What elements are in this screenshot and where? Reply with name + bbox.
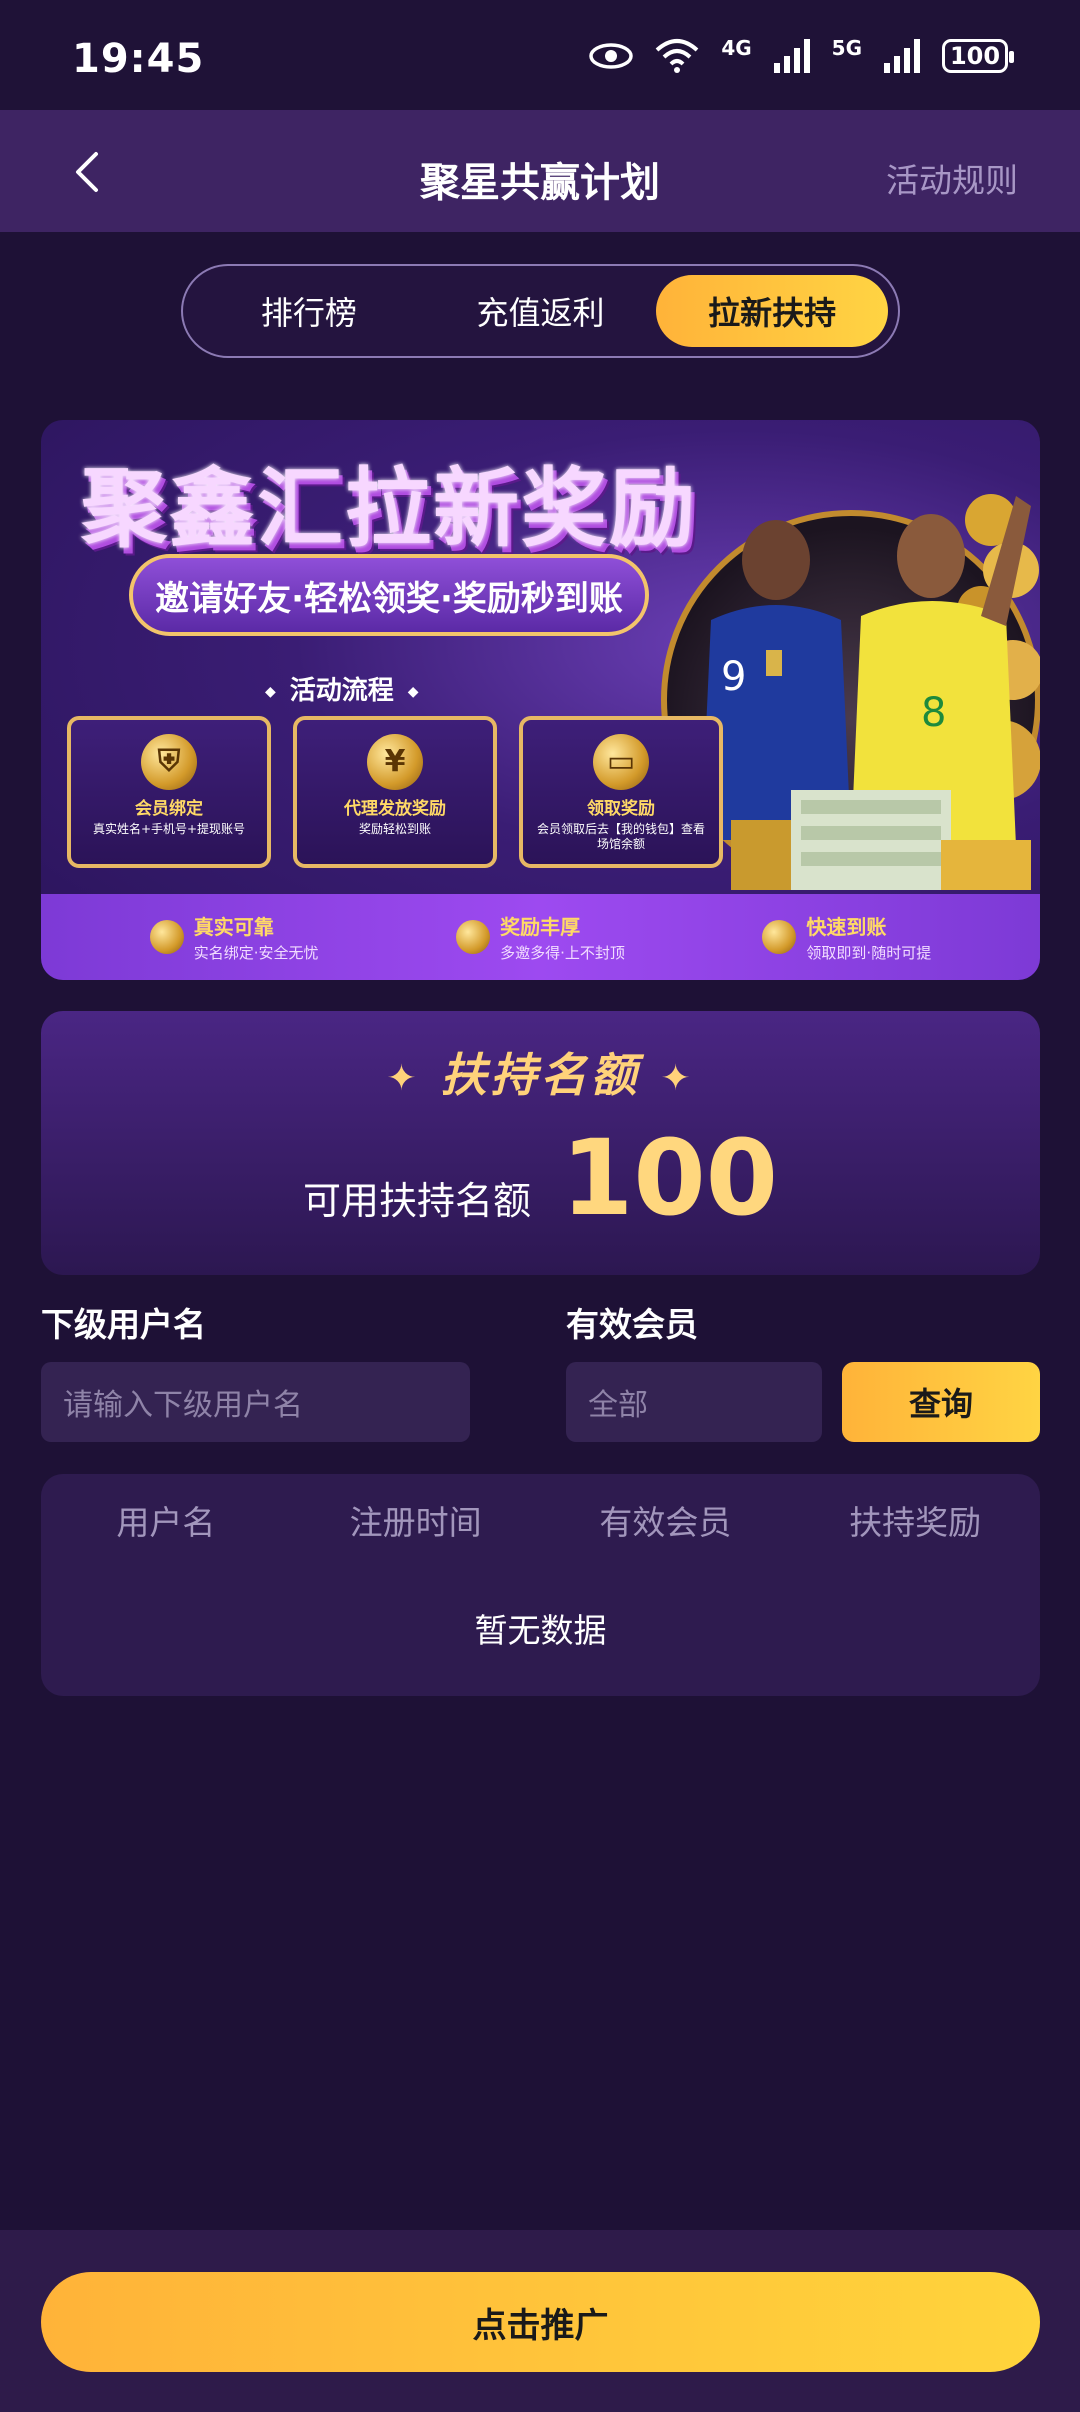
eye-icon [589, 43, 634, 69]
status-icons: 4G 5G 100 [589, 36, 1014, 74]
status-time: 19:45 [72, 36, 205, 82]
bottom-bar: 点击推广 [0, 2230, 1080, 2412]
tab-bar: 排行榜 充值返利 拉新扶持 [181, 264, 900, 358]
step-card-member-binding: ⛨ 会员绑定 真实姓名+手机号+提现账号 [67, 716, 271, 868]
svg-text:8: 8 [921, 690, 946, 736]
username-label: 下级用户名 [41, 1305, 206, 1344]
empty-state: 暂无数据 [474, 1611, 607, 1650]
tab-leaderboard[interactable]: 排行榜 [193, 275, 425, 347]
promo-banner[interactable]: 9 8 聚鑫汇拉新奖励 邀请好友·轻松领奖·奖励秒到账 活动流程 ⛨ 会员绑定 … [41, 420, 1040, 980]
feature-desc: 领取即到·随时可提 [806, 944, 932, 962]
status-bar: 19:45 4G 5G 100 [0, 0, 1080, 110]
signal-icon [773, 39, 810, 73]
network-5g-label: 5G [831, 36, 862, 60]
sparkle-icon: ✦ [660, 1058, 695, 1099]
step-desc: 会员领取后去【我的钱包】查看场馆余额 [536, 822, 705, 851]
query-button[interactable]: 查询 [842, 1362, 1040, 1442]
money-pile-image [731, 790, 1031, 890]
battery-icon: 100 [942, 39, 1014, 73]
feature-title: 奖励丰厚 [500, 915, 581, 939]
shield-badge-icon [149, 920, 184, 954]
wifi-icon [655, 39, 699, 73]
step-desc: 真实姓名+手机号+提现账号 [92, 822, 246, 836]
tab-referral-support[interactable]: 拉新扶持 [656, 275, 889, 347]
banner-process-label: 活动流程 [251, 670, 433, 707]
step-card-agent-reward: ¥ 代理发放奖励 奖励轻松到账 [293, 716, 497, 868]
network-4g-label: 4G [721, 36, 752, 60]
step-title: 领取奖励 [587, 799, 655, 819]
support-quota-card: ✦ 扶持名额 ✦ 可用扶持名额 100 [41, 1011, 1040, 1275]
shield-icon: ⛨ [141, 734, 197, 790]
valid-member-select[interactable]: 全部 [566, 1362, 822, 1442]
feature-title: 快速到账 [806, 915, 887, 939]
quota-label: 可用扶持名额 [302, 1179, 531, 1223]
quota-heading: ✦ 扶持名额 ✦ [41, 1039, 1040, 1105]
sparkle-icon: ✦ [386, 1058, 421, 1099]
step-title: 会员绑定 [135, 799, 203, 819]
feature-desc: 实名绑定·安全无忧 [193, 944, 319, 962]
banner-features: 真实可靠 实名绑定·安全无忧 奖励丰厚 多邀多得·上不封顶 快速到账 领取即到·… [41, 894, 1040, 980]
username-input[interactable]: 请输入下级用户名 [41, 1362, 470, 1442]
column-header-support-reward: 扶持奖励 [849, 1503, 982, 1542]
activity-rules-link[interactable]: 活动规则 [886, 154, 1018, 202]
signal-icon-2 [884, 39, 920, 73]
valid-member-label: 有效会员 [566, 1305, 698, 1344]
feature-title: 真实可靠 [193, 915, 274, 939]
coin-badge-icon [456, 920, 491, 954]
quota-value: 100 [560, 1117, 779, 1239]
column-header-valid-member: 有效会员 [599, 1503, 732, 1542]
results-table: 用户名 注册时间 有效会员 扶持奖励 暂无数据 [41, 1474, 1040, 1696]
promote-button[interactable]: 点击推广 [41, 2272, 1040, 2372]
step-title: 代理发放奖励 [344, 799, 446, 819]
feature-fast: 快速到账 领取即到·随时可提 [762, 911, 931, 963]
column-header-username: 用户名 [116, 1503, 216, 1542]
table-header: 用户名 注册时间 有效会员 扶持奖励 [41, 1496, 1040, 1544]
step-desc: 奖励轻松到账 [358, 822, 431, 836]
quota-heading-text: 扶持名额 [440, 1048, 641, 1102]
wallet-icon: ▭ [593, 734, 649, 790]
feature-generous: 奖励丰厚 多邀多得·上不封顶 [456, 911, 625, 963]
yen-coin-icon: ¥ [367, 734, 423, 790]
tab-recharge-rebate[interactable]: 充值返利 [425, 275, 657, 347]
banner-subtitle: 邀请好友·轻松领奖·奖励秒到账 [129, 554, 649, 636]
header: 聚星共赢计划 活动规则 [0, 110, 1080, 232]
svg-text:9: 9 [721, 654, 746, 700]
column-header-register-time: 注册时间 [349, 1503, 482, 1542]
feature-reliable: 真实可靠 实名绑定·安全无忧 [149, 911, 319, 963]
banner-title: 聚鑫汇拉新奖励 [81, 459, 697, 559]
feature-desc: 多邀多得·上不封顶 [500, 944, 625, 962]
quota-row: 可用扶持名额 100 [41, 1117, 1040, 1239]
step-card-claim-reward: ▭ 领取奖励 会员领取后去【我的钱包】查看场馆余额 [519, 716, 723, 868]
wallet-badge-icon [762, 920, 797, 954]
